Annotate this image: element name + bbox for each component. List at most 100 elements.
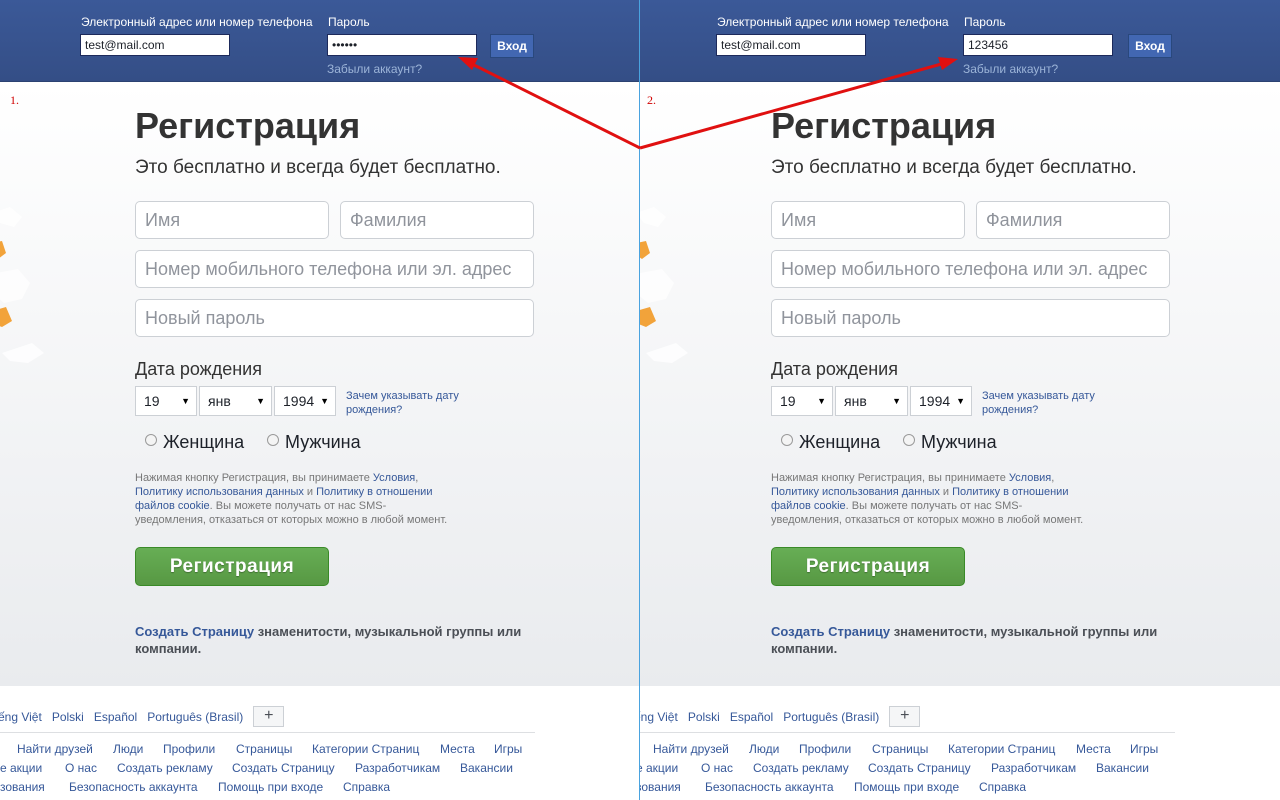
footer-link[interactable]: Профили xyxy=(163,742,215,756)
terms-part: , xyxy=(1051,472,1055,484)
birthday-label: Дата рождения xyxy=(135,359,262,379)
password-label: Пароль xyxy=(328,15,370,29)
footer-link[interactable]: Места xyxy=(1076,742,1111,756)
forgot-account-link[interactable]: Забыли аккаунт? xyxy=(327,62,422,76)
language-link[interactable]: Polski xyxy=(52,710,84,724)
birthday-month-select[interactable]: янв ▼ xyxy=(199,386,272,416)
terms-part: Нажимая кнопку Регистрация, вы принимает… xyxy=(135,472,373,484)
footer-link[interactable]: Люди xyxy=(113,742,143,756)
terms-link[interactable]: Условия xyxy=(373,472,415,484)
data-policy-link[interactable]: Политику использования данных xyxy=(771,486,940,498)
terms-link[interactable]: Условия xyxy=(1009,472,1051,484)
footer-divider xyxy=(640,732,1175,733)
contact-input[interactable] xyxy=(135,250,534,288)
first-name-input[interactable] xyxy=(135,201,329,239)
more-languages-button[interactable]: + xyxy=(889,706,921,727)
birthday-day-select[interactable]: 19 ▼ xyxy=(771,386,833,416)
footer-link[interactable]: Вакансии xyxy=(1096,761,1149,775)
login-button[interactable]: Вход xyxy=(490,34,534,58)
footer-link[interactable]: Создать Страницу xyxy=(232,761,335,775)
footer-link[interactable]: Безопасность аккаунта xyxy=(69,780,198,794)
register-button[interactable]: Регистрация xyxy=(771,547,965,586)
birthday-year-select[interactable]: 1994 ▼ xyxy=(274,386,336,416)
footer-link[interactable]: Люди xyxy=(749,742,779,756)
footer-link[interactable]: Создать рекламу xyxy=(117,761,213,775)
male-radio[interactable] xyxy=(267,433,279,446)
email-input[interactable] xyxy=(80,34,230,56)
footer-link[interactable]: О нас xyxy=(701,761,733,775)
footer-link[interactable]: Создать рекламу xyxy=(753,761,849,775)
login-button[interactable]: Вход xyxy=(1128,34,1172,58)
language-link[interactable]: ếng Việt xyxy=(0,710,42,724)
footer-link[interactable]: Помощь при входе xyxy=(218,780,323,794)
footer-link[interactable]: Найти друзей xyxy=(17,742,93,756)
footer-link[interactable]: е акции xyxy=(640,761,678,775)
footer-link[interactable]: Создать Страницу xyxy=(868,761,971,775)
language-link[interactable]: Español xyxy=(730,710,773,724)
more-languages-button[interactable]: + xyxy=(253,706,285,727)
top-login-bar: Электронный адрес или номер телефона Пар… xyxy=(640,0,1280,82)
register-button[interactable]: Регистрация xyxy=(135,547,329,586)
first-name-input[interactable] xyxy=(771,201,965,239)
footer-link[interactable]: Разработчикам xyxy=(355,761,440,775)
language-link[interactable]: ếng Việt xyxy=(640,710,678,724)
step-number: 2. xyxy=(647,93,656,107)
signup-section: 1. Регистрация Это бесплатно и всегда бу… xyxy=(0,83,640,686)
footer-link[interactable]: Места xyxy=(440,742,475,756)
create-page-link[interactable]: Создать Страницу xyxy=(771,624,890,639)
terms-part: Нажимая кнопку Регистрация, вы принимает… xyxy=(771,472,1009,484)
male-radio[interactable] xyxy=(903,433,915,446)
birthday-day-select[interactable]: 19 ▼ xyxy=(135,386,197,416)
world-map-decoration xyxy=(640,207,688,363)
email-input[interactable] xyxy=(716,34,866,56)
footer-link[interactable]: Справка xyxy=(343,780,390,794)
language-link[interactable]: Español xyxy=(94,710,137,724)
footer-link[interactable]: Игры xyxy=(1130,742,1158,756)
new-password-input[interactable] xyxy=(771,299,1170,337)
birthday-month-select[interactable]: янв ▼ xyxy=(835,386,908,416)
gender-male-option[interactable]: Мужчина xyxy=(903,432,997,453)
language-link[interactable]: Português (Brasil) xyxy=(783,710,879,724)
footer-link[interactable]: Категории Страниц xyxy=(312,742,419,756)
female-radio[interactable] xyxy=(145,433,157,446)
gender-male-option[interactable]: Мужчина xyxy=(267,432,361,453)
password-label: Пароль xyxy=(964,15,1006,29)
create-page-text: Создать Страницу знаменитости, музыкальн… xyxy=(135,623,535,657)
contact-input[interactable] xyxy=(771,250,1170,288)
signup-title: Регистрация xyxy=(135,105,361,146)
female-radio[interactable] xyxy=(781,433,793,446)
footer-link[interactable]: зования xyxy=(0,780,45,794)
data-policy-link[interactable]: Политику использования данных xyxy=(135,486,304,498)
last-name-input[interactable] xyxy=(340,201,534,239)
create-page-link[interactable]: Создать Страницу xyxy=(135,624,254,639)
language-link[interactable]: Polski xyxy=(688,710,720,724)
footer-link[interactable]: зования xyxy=(640,780,681,794)
footer-link[interactable]: Разработчикам xyxy=(991,761,1076,775)
signup-title: Регистрация xyxy=(771,105,997,146)
password-input[interactable] xyxy=(963,34,1113,56)
footer-link[interactable]: Игры xyxy=(494,742,522,756)
footer-link[interactable]: Страницы xyxy=(236,742,292,756)
why-birthday-link[interactable]: Зачем указывать дату рождения? xyxy=(346,389,486,417)
footer-link[interactable]: Вакансии xyxy=(460,761,513,775)
new-password-input[interactable] xyxy=(135,299,534,337)
footer-link[interactable]: Найти друзей xyxy=(653,742,729,756)
birthday-year-select[interactable]: 1994 ▼ xyxy=(910,386,972,416)
language-list: ếng Việt Polski Español Português (Brasi… xyxy=(640,706,921,727)
language-link[interactable]: Português (Brasil) xyxy=(147,710,243,724)
footer-link[interactable]: Безопасность аккаунта xyxy=(705,780,834,794)
footer-link[interactable]: Помощь при входе xyxy=(854,780,959,794)
gender-female-option[interactable]: Женщина xyxy=(781,432,880,453)
footer-link[interactable]: Профили xyxy=(799,742,851,756)
footer-link[interactable]: е акции xyxy=(0,761,42,775)
password-input[interactable] xyxy=(327,34,477,56)
footer-link[interactable]: Категории Страниц xyxy=(948,742,1055,756)
why-birthday-link[interactable]: Зачем указывать дату рождения? xyxy=(982,389,1122,417)
footer-link[interactable]: О нас xyxy=(65,761,97,775)
footer-link[interactable]: Страницы xyxy=(872,742,928,756)
footer-link[interactable]: Справка xyxy=(979,780,1026,794)
forgot-account-link[interactable]: Забыли аккаунт? xyxy=(963,62,1058,76)
gender-female-option[interactable]: Женщина xyxy=(145,432,244,453)
last-name-input[interactable] xyxy=(976,201,1170,239)
signup-subtitle: Это бесплатно и всегда будет бесплатно. xyxy=(771,157,1137,178)
